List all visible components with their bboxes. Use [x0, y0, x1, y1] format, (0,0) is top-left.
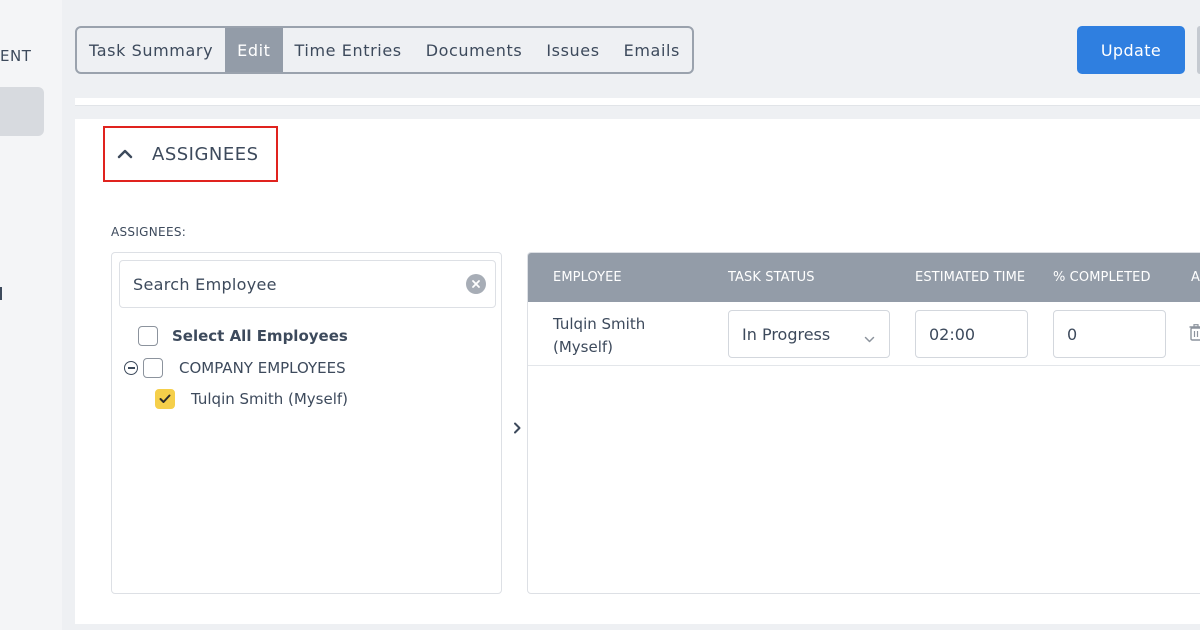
chevron-right-icon[interactable] [511, 421, 523, 435]
column-header: A [1191, 270, 1200, 285]
tab-issues[interactable]: Issues [534, 28, 611, 72]
select-all-checkbox[interactable] [138, 326, 158, 346]
group-row: COMPANY EMPLOYEES [124, 358, 346, 378]
collapse-group-icon[interactable] [124, 361, 138, 375]
sidebar-marker [0, 287, 2, 300]
employee-label: Tulqin Smith (Myself) [191, 390, 348, 408]
employee-checkbox[interactable] [155, 389, 175, 409]
task-status-select[interactable]: In Progress [728, 310, 890, 358]
employee-note: (Myself) [553, 338, 614, 356]
group-label: COMPANY EMPLOYEES [179, 359, 346, 377]
employee-picker: Select All Employees COMPANY EMPLOYEES T… [111, 252, 502, 594]
trash-icon[interactable] [1189, 324, 1200, 345]
chevron-down-icon [864, 328, 875, 347]
clear-search-icon[interactable] [466, 274, 486, 294]
task-status-value: In Progress [742, 324, 831, 344]
table-header: EMPLOYEE TASK STATUS ESTIMATED TIME % CO… [528, 253, 1200, 302]
employee-search-input[interactable] [133, 274, 453, 294]
employee-name-cell: Tulqin Smith (Myself) [553, 313, 693, 359]
assignees-field-label: ASSIGNEES: [111, 225, 187, 239]
tab-task-summary[interactable]: Task Summary [77, 28, 225, 72]
assignees-section-toggle[interactable]: ASSIGNEES [103, 126, 278, 182]
search-box [119, 260, 496, 308]
task-tabs: Task Summary Edit Time Entries Documents… [75, 26, 694, 74]
employee-row: Tulqin Smith (Myself) [155, 389, 348, 409]
tab-emails[interactable]: Emails [612, 28, 692, 72]
sidebar-section-label: ENT [0, 47, 32, 65]
tab-edit[interactable]: Edit [225, 28, 283, 72]
employee-name: Tulqin Smith [553, 315, 646, 333]
column-header: EMPLOYEE [553, 270, 622, 285]
select-all-label: Select All Employees [172, 327, 348, 345]
chevron-up-icon [115, 144, 135, 164]
tab-time-entries[interactable]: Time Entries [283, 28, 414, 72]
assigned-employees-table: EMPLOYEE TASK STATUS ESTIMATED TIME % CO… [527, 252, 1200, 594]
percent-completed-input[interactable]: 0 [1053, 310, 1166, 358]
section-title: ASSIGNEES [152, 143, 259, 165]
column-header: ESTIMATED TIME [915, 270, 1026, 285]
column-header: TASK STATUS [728, 270, 815, 285]
table-row: Tulqin Smith (Myself) In Progress 02:00 … [528, 302, 1200, 366]
column-header: % COMPLETED [1053, 270, 1151, 285]
assignees-card: ASSIGNEES ASSIGNEES: Select All Employee… [75, 119, 1200, 624]
sidebar: ENT [0, 0, 62, 630]
estimated-time-input[interactable]: 02:00 [915, 310, 1028, 358]
checkmark-icon [159, 394, 171, 403]
page-bottom [75, 624, 1200, 630]
select-all-row: Select All Employees [138, 326, 348, 346]
header-divider [75, 98, 1200, 106]
update-button[interactable]: Update [1077, 26, 1185, 74]
sidebar-active-item[interactable] [0, 87, 44, 136]
group-checkbox[interactable] [143, 358, 163, 378]
tab-documents[interactable]: Documents [414, 28, 535, 72]
